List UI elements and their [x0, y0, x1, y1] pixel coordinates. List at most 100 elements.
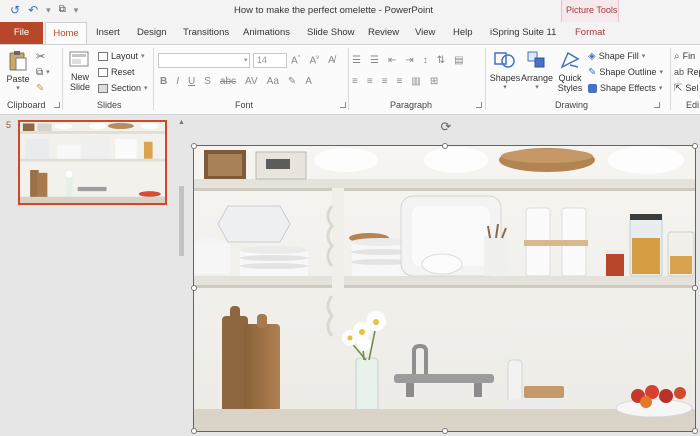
tab-animations[interactable]: Animations [243, 22, 290, 44]
group-divider [348, 48, 349, 110]
scrollbar-thumb[interactable] [179, 186, 184, 256]
scroll-up-icon[interactable]: ▲ [178, 119, 185, 126]
font-launcher-icon[interactable] [340, 102, 346, 108]
tab-help[interactable]: Help [453, 22, 473, 44]
align-right-icon[interactable]: ≡ [382, 76, 388, 87]
align-center-icon[interactable]: ≡ [367, 76, 373, 87]
font-size-value: 14 [257, 55, 268, 65]
quick-styles-button[interactable]: Quick Styles [554, 49, 586, 93]
kitchen-shelf-photo [194, 146, 695, 431]
pen-icon: ✎ [588, 66, 597, 78]
slides-group-label: Slides [97, 100, 122, 110]
change-case-icon[interactable]: Aa [267, 76, 279, 87]
tab-view[interactable]: View [415, 22, 435, 44]
tab-design[interactable]: Design [137, 22, 167, 44]
font-format-buttons: B I U S abc AV Aa ✎ A [160, 76, 312, 87]
text-direction-icon[interactable]: ⇅ [437, 55, 445, 66]
shapes-button[interactable]: Shapes ▾ [489, 49, 521, 93]
resize-handle-top-left[interactable] [191, 143, 197, 149]
columns-icon[interactable]: ▥ [411, 76, 420, 87]
arrange-button[interactable]: Arrange ▾ [521, 49, 553, 93]
shape-outline-button[interactable]: ✎ Shape Outline ▾ [588, 65, 663, 79]
strikethrough-icon[interactable]: abc [220, 76, 236, 87]
undo-dropdown-icon[interactable]: ▾ [46, 3, 51, 17]
tab-file[interactable]: File [0, 22, 43, 44]
shadow-icon[interactable]: S [204, 76, 211, 87]
autosave-icon[interactable]: ↺ [10, 3, 20, 17]
increase-indent-icon[interactable]: ⇥ [405, 55, 413, 66]
slide-thumbnail[interactable] [18, 120, 167, 205]
slide-number: 5 [6, 120, 12, 130]
grow-font-icon[interactable]: A^ [291, 55, 301, 66]
layout-button[interactable]: Layout ▾ [98, 49, 145, 63]
quick-access-toolbar: ↺ ↶ ▾ ⧉ ▾ [10, 3, 78, 17]
underline-icon[interactable]: U [188, 76, 195, 87]
start-from-beginning-icon[interactable]: ⧉ [59, 3, 66, 17]
font-color-icon[interactable]: A [305, 76, 312, 87]
reset-icon [98, 67, 108, 77]
shrink-font-icon[interactable]: Av [310, 55, 320, 66]
format-painter-button[interactable]: ✎ [36, 81, 44, 95]
cut-button[interactable]: ✂ [36, 49, 45, 63]
highlight-icon[interactable]: ✎ [288, 76, 296, 87]
section-button[interactable]: Section ▾ [98, 81, 148, 95]
tab-review[interactable]: Review [368, 22, 399, 44]
paragraph-launcher-icon[interactable] [476, 102, 482, 108]
numbering-icon[interactable]: ☰ [370, 55, 379, 66]
select-icon: ⇱ [674, 82, 683, 94]
find-button[interactable]: ⌕ Fin [674, 49, 695, 63]
tab-transitions[interactable]: Transitions [183, 22, 229, 44]
customize-qat-icon[interactable]: ▾ [74, 3, 79, 17]
align-text-icon[interactable]: ▤ [454, 55, 463, 66]
font-size-box[interactable]: 14 [253, 53, 287, 68]
drawing-launcher-icon[interactable] [654, 102, 660, 108]
paragraph-bottom-buttons: ≡ ≡ ≡ ≡ ▥ ⊞ [352, 76, 438, 87]
resize-handle-top[interactable] [442, 143, 448, 149]
reset-button[interactable]: Reset [98, 65, 135, 79]
font-name-dropdown-icon[interactable]: ▾ [244, 56, 248, 64]
font-name-box[interactable] [158, 53, 250, 68]
smartart-icon[interactable]: ⊞ [430, 76, 438, 87]
align-left-icon[interactable]: ≡ [352, 76, 358, 87]
replace-button[interactable]: ab Rep [674, 65, 700, 79]
group-divider [485, 48, 486, 110]
selected-picture[interactable] [193, 145, 696, 432]
thumbnail-scrollbar[interactable]: ▲ [177, 116, 186, 436]
resize-handle-bottom-right[interactable] [692, 428, 698, 434]
copy-button[interactable]: ⧉ ▾ [36, 65, 50, 79]
rotate-handle-icon[interactable]: ⟳ [439, 120, 453, 134]
resize-handle-bottom[interactable] [442, 428, 448, 434]
resize-handle-bottom-left[interactable] [191, 428, 197, 434]
find-label: Fin [682, 51, 696, 61]
bold-icon[interactable]: B [160, 76, 167, 87]
resize-handle-top-right[interactable] [692, 143, 698, 149]
shape-effects-button[interactable]: Shape Effects ▾ [588, 81, 662, 95]
group-divider [153, 48, 154, 110]
paste-button[interactable]: Paste ▾ [6, 50, 30, 94]
resize-handle-right[interactable] [692, 285, 698, 291]
bullets-icon[interactable]: ☰ [352, 55, 361, 66]
paragraph-group-label: Paragraph [390, 100, 433, 110]
shape-fill-button[interactable]: ◈ Shape Fill ▾ [588, 49, 645, 63]
line-spacing-icon[interactable]: ↕ [423, 55, 428, 66]
decrease-indent-icon[interactable]: ⇤ [388, 55, 396, 66]
arrange-label: Arrange [521, 73, 554, 83]
tab-slide-show[interactable]: Slide Show [307, 22, 355, 44]
char-spacing-icon[interactable]: AV [245, 76, 258, 87]
new-slide-button[interactable]: New Slide [66, 50, 94, 92]
section-label: Section [111, 83, 142, 93]
paste-dropdown-icon[interactable]: ▾ [6, 84, 30, 94]
tab-insert[interactable]: Insert [96, 22, 120, 44]
justify-icon[interactable]: ≡ [397, 76, 403, 87]
clear-format-icon[interactable]: A̸ [328, 55, 335, 66]
italic-icon[interactable]: I [176, 76, 179, 87]
undo-icon[interactable]: ↶ [28, 3, 38, 17]
clipboard-launcher-icon[interactable] [54, 102, 60, 108]
select-button[interactable]: ⇱ Sel [674, 81, 698, 95]
resize-handle-left[interactable] [191, 285, 197, 291]
tab-ispring[interactable]: iSpring Suite 11 [490, 22, 556, 44]
tab-format[interactable]: Format [575, 22, 605, 44]
arrange-icon [527, 51, 545, 68]
quick-styles-label-1: Quick [558, 73, 582, 83]
tab-home[interactable]: Home [45, 22, 87, 45]
